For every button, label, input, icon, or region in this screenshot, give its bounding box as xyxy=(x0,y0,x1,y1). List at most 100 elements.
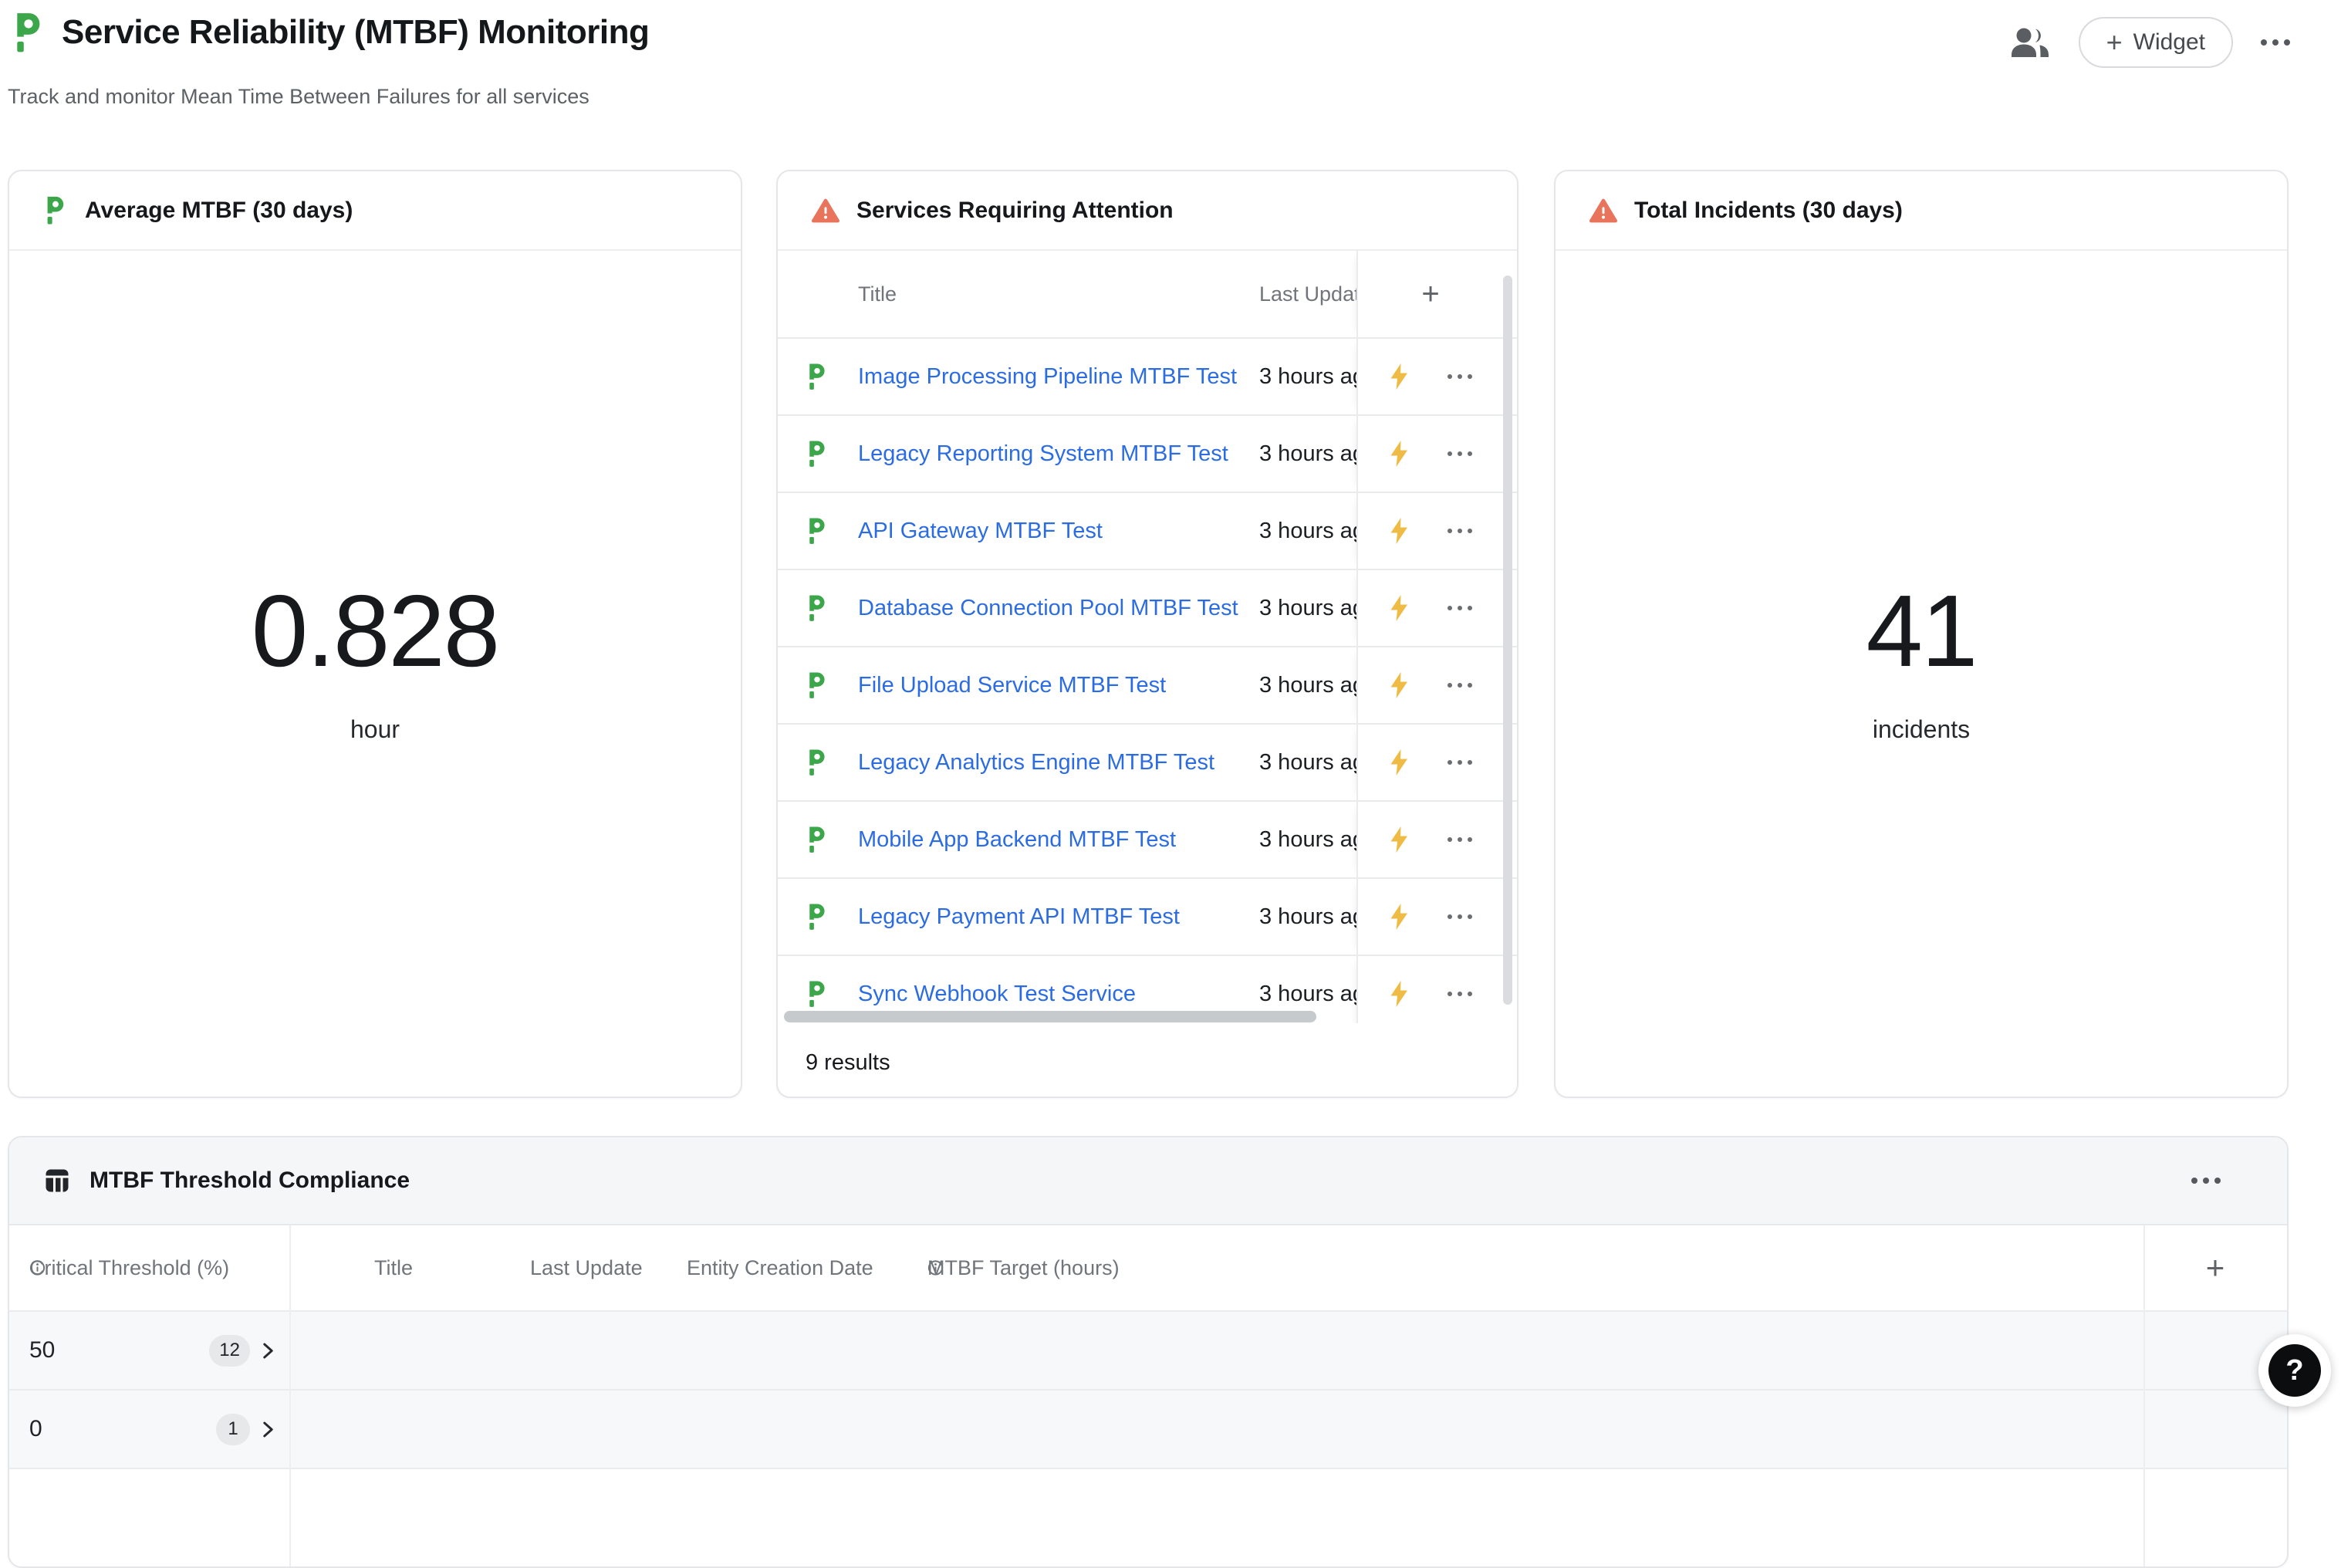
column-header-title[interactable]: Title xyxy=(858,251,897,337)
last-update-cell: 3 hours ago xyxy=(1259,493,1356,569)
add-column-icon[interactable]: + xyxy=(2143,1225,2287,1310)
entity-link[interactable]: Legacy Analytics Engine MTBF Test xyxy=(858,725,1214,800)
last-update-cell: 3 hours ago xyxy=(1259,725,1356,800)
table-icon xyxy=(45,1168,69,1193)
table-row: API Gateway MTBF Test 3 hours ago xyxy=(778,493,1517,570)
row-menu-icon[interactable] xyxy=(1448,529,1472,533)
table-row: File Upload Service MTBF Test 3 hours ag… xyxy=(778,647,1517,725)
port-entity-icon xyxy=(806,904,829,931)
table-row: Legacy Analytics Engine MTBF Test 3 hour… xyxy=(778,725,1517,802)
card-total-incidents: Total Incidents (30 days) 41 incidents xyxy=(1554,170,2289,1098)
row-menu-icon[interactable] xyxy=(1448,451,1472,456)
row-menu-icon[interactable] xyxy=(1448,992,1472,996)
widget-header: MTBF Threshold Compliance xyxy=(9,1137,2287,1225)
info-icon[interactable] xyxy=(29,1225,46,1310)
port-entity-icon xyxy=(806,749,829,776)
card-average-mtbf: Average MTBF (30 days) 0.828 hour xyxy=(8,170,742,1098)
bolt-icon[interactable] xyxy=(1389,826,1409,853)
row-actions xyxy=(1356,647,1503,723)
column-label: Critical Threshold (%) xyxy=(29,1225,229,1310)
row-actions xyxy=(1356,725,1503,800)
bolt-icon[interactable] xyxy=(1389,749,1409,776)
last-update-cell: 3 hours ago xyxy=(1259,802,1356,877)
vertical-scrollbar[interactable] xyxy=(1503,275,1512,1005)
column-entity-creation-date[interactable]: Entity Creation Date xyxy=(687,1225,873,1310)
column-last-update[interactable]: Last Update xyxy=(530,1225,643,1310)
card-title: Total Incidents (30 days) xyxy=(1634,198,1903,224)
bolt-icon[interactable] xyxy=(1389,595,1409,621)
group-controls: 1 xyxy=(9,1391,289,1468)
metric-value: 0.828 xyxy=(252,573,498,689)
row-menu-icon[interactable] xyxy=(1448,914,1472,919)
row-actions xyxy=(1356,879,1503,955)
widget-title: MTBF Threshold Compliance xyxy=(90,1168,410,1194)
bolt-icon[interactable] xyxy=(1389,672,1409,698)
group-count-badge: 12 xyxy=(209,1335,250,1367)
entity-link[interactable]: API Gateway MTBF Test xyxy=(858,493,1103,569)
port-entity-icon xyxy=(806,672,829,699)
group-row[interactable]: 0 1 xyxy=(9,1391,2287,1469)
entity-link[interactable]: Image Processing Pipeline MTBF Test xyxy=(858,339,1237,414)
mtbf-threshold-compliance-widget: MTBF Threshold Compliance Critical Thres… xyxy=(8,1136,2289,1568)
table-row: Database Connection Pool MTBF Test 3 hou… xyxy=(778,570,1517,647)
card-header: Average MTBF (30 days) xyxy=(9,171,741,251)
bolt-icon[interactable] xyxy=(1389,441,1409,467)
group-row[interactable]: 50 12 xyxy=(9,1312,2287,1391)
metric-unit: incidents xyxy=(1873,715,1970,744)
people-icon[interactable] xyxy=(2009,26,2051,59)
port-entity-icon xyxy=(806,518,829,545)
last-update-cell: 3 hours ago xyxy=(1259,339,1356,414)
column-label: MTBF Target (hours) xyxy=(927,1225,1120,1310)
page-menu-icon[interactable] xyxy=(2261,39,2290,46)
bolt-icon[interactable] xyxy=(1389,981,1409,1007)
row-menu-icon[interactable] xyxy=(1448,683,1472,688)
compliance-group-rows: 50 12 0 1 xyxy=(9,1312,2287,1469)
attention-table-header: Title Last Update + xyxy=(778,251,1517,339)
group-controls: 12 xyxy=(9,1312,289,1389)
column-header-last-update[interactable]: Last Update xyxy=(1259,251,1356,337)
row-menu-icon[interactable] xyxy=(1448,606,1472,610)
info-icon[interactable] xyxy=(927,1225,944,1310)
last-update-cell: 3 hours ago xyxy=(1259,570,1356,646)
warning-icon xyxy=(812,198,839,223)
add-widget-button[interactable]: + Widget xyxy=(2079,17,2233,68)
warning-icon xyxy=(1589,198,1617,223)
entity-link[interactable]: Database Connection Pool MTBF Test xyxy=(858,570,1238,646)
port-entity-icon xyxy=(806,981,829,1008)
last-update-cell: 3 hours ago xyxy=(1259,879,1356,955)
row-actions xyxy=(1356,956,1503,1023)
column-divider xyxy=(289,1225,291,1566)
entity-link[interactable]: Mobile App Backend MTBF Test xyxy=(858,802,1176,877)
row-actions xyxy=(1356,339,1503,414)
last-update-cell: 3 hours ago xyxy=(1259,647,1356,723)
horizontal-scrollbar[interactable] xyxy=(784,1011,1316,1022)
entity-link[interactable]: Legacy Reporting System MTBF Test xyxy=(858,416,1228,492)
bolt-icon[interactable] xyxy=(1389,363,1409,390)
row-menu-icon[interactable] xyxy=(1448,760,1472,765)
last-update-cell: 3 hours ago xyxy=(1259,416,1356,492)
entity-link[interactable]: Legacy Payment API MTBF Test xyxy=(858,879,1180,955)
row-menu-icon[interactable] xyxy=(1448,837,1472,842)
results-count: 9 results xyxy=(806,1028,890,1097)
row-menu-icon[interactable] xyxy=(1448,374,1472,379)
bolt-icon[interactable] xyxy=(1389,904,1409,930)
page-subtitle: Track and monitor Mean Time Between Fail… xyxy=(8,85,589,109)
column-divider xyxy=(2143,1225,2145,1566)
widget-menu-icon[interactable] xyxy=(2191,1178,2221,1184)
page-title: Service Reliability (MTBF) Monitoring xyxy=(62,13,649,52)
table-row: Legacy Payment API MTBF Test 3 hours ago xyxy=(778,879,1517,956)
chevron-right-icon[interactable] xyxy=(262,1342,274,1360)
attention-table-rows: Image Processing Pipeline MTBF Test 3 ho… xyxy=(778,339,1517,1023)
group-count-badge: 1 xyxy=(216,1414,250,1445)
card-header: Services Requiring Attention xyxy=(778,171,1517,251)
chevron-right-icon[interactable] xyxy=(262,1421,274,1438)
bolt-icon[interactable] xyxy=(1389,518,1409,544)
entity-link[interactable]: File Upload Service MTBF Test xyxy=(858,647,1166,723)
add-column-icon[interactable]: + xyxy=(1421,279,1439,309)
table-row: Legacy Reporting System MTBF Test 3 hour… xyxy=(778,416,1517,493)
row-actions xyxy=(1356,493,1503,569)
port-entity-icon xyxy=(806,826,829,853)
help-button[interactable]: ? xyxy=(2258,1334,2331,1407)
column-title[interactable]: Title xyxy=(374,1225,413,1310)
table-row: Image Processing Pipeline MTBF Test 3 ho… xyxy=(778,339,1517,416)
